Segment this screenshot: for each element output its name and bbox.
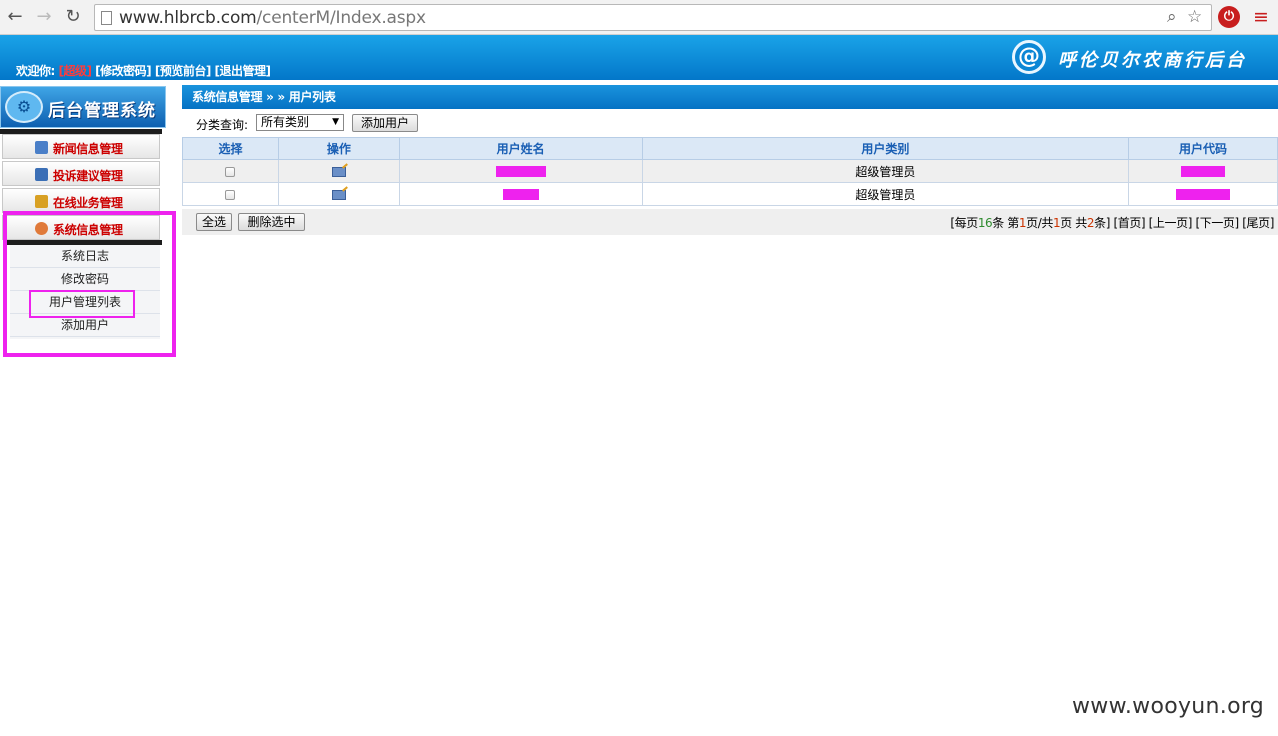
edit-icon[interactable] <box>331 189 346 200</box>
submenu-item-change-password[interactable]: 修改密码 <box>10 268 160 291</box>
select-cell <box>182 182 279 206</box>
submenu-item-system-log[interactable]: 系统日志 <box>10 245 160 268</box>
extension-icon[interactable]: ⏻ <box>1218 6 1240 28</box>
dropdown-arrow-icon: ▼ <box>332 117 339 127</box>
category-select[interactable]: 所有类别 ▼ <box>256 114 344 131</box>
table-footer: 全选 删除选中 [每页16条 第1页/共1页 共2条] [首页] [上一页] [… <box>182 209 1278 235</box>
first-page-link[interactable]: [首页] <box>1113 216 1145 230</box>
row-checkbox[interactable] <box>225 189 236 200</box>
reload-icon[interactable]: ↻ <box>62 6 84 28</box>
pager: [每页16条 第1页/共1页 共2条] [首页] [上一页] [下一页] [尾页… <box>950 214 1274 231</box>
edit-icon[interactable] <box>331 166 346 177</box>
pager-text: 条] <box>1094 216 1111 230</box>
breadcrumb: 系统信息管理 » » 用户列表 <box>182 85 1278 109</box>
sidebar-item-label: 在线业务管理 <box>53 196 123 210</box>
add-user-button[interactable]: 添加用户 <box>352 114 418 132</box>
sidebar-item-label: 系统信息管理 <box>53 223 123 237</box>
welcome-prefix: 欢迎你: <box>16 64 55 78</box>
redaction-mark <box>1176 189 1231 200</box>
user-icon <box>35 222 48 235</box>
preview-site-link[interactable]: [预览前台] <box>155 64 211 78</box>
page-icon <box>101 11 112 25</box>
main-content: 系统信息管理 » » 用户列表 分类查询: 所有类别 ▼ 添加用户 选择 操作 … <box>182 85 1278 235</box>
complaints-icon <box>35 168 48 181</box>
column-header: 用户代码 <box>1128 137 1278 160</box>
redaction-mark <box>502 189 539 200</box>
sidebar-item-complaints[interactable]: 投诉建议管理 <box>2 161 160 186</box>
submenu-item-user-list[interactable]: 用户管理列表 <box>10 291 160 314</box>
pager-text: 条 第 <box>992 216 1019 230</box>
sidebar-item-label: 新闻信息管理 <box>53 142 123 156</box>
select-cell <box>182 159 279 183</box>
sidebar-title-text: 后台管理系统 <box>48 101 156 121</box>
news-icon <box>35 141 48 154</box>
pager-text: 页/共 <box>1026 216 1054 230</box>
action-cell <box>277 182 400 206</box>
filter-label: 分类查询: <box>196 118 249 132</box>
action-cell <box>277 159 400 183</box>
search-icon[interactable]: ⌕ <box>1167 7 1177 27</box>
redaction-mark <box>1181 166 1226 177</box>
business-icon <box>35 195 48 208</box>
sidebar: ⚙ 后台管理系统 新闻信息管理 投诉建议管理 在线业务管理 系统信息管理 系统日… <box>0 80 166 360</box>
browser-menu-icon[interactable]: ≡ <box>1253 6 1269 28</box>
admin-logo-icon: ⚙ <box>5 91 43 123</box>
column-header: 用户姓名 <box>398 137 643 160</box>
column-header: 操作 <box>277 137 400 160</box>
pager-text: 页 共 <box>1060 216 1087 230</box>
filter-toolbar: 分类查询: 所有类别 ▼ 添加用户 <box>182 111 1278 135</box>
pager-per-page: 16 <box>977 216 993 230</box>
forward-icon[interactable]: → <box>33 6 55 28</box>
prev-page-link[interactable]: [上一页] <box>1149 216 1193 230</box>
sidebar-item-label: 投诉建议管理 <box>53 169 123 183</box>
logout-link[interactable]: [退出管理] <box>215 64 271 78</box>
username: [超级] <box>58 64 92 78</box>
username-cell <box>398 159 643 183</box>
url-path: /centerM/Index.aspx <box>256 8 427 28</box>
redaction-mark <box>495 166 546 177</box>
star-icon[interactable]: ☆ <box>1187 7 1202 27</box>
sidebar-item-system[interactable]: 系统信息管理 <box>2 215 160 240</box>
username-cell <box>398 182 643 206</box>
site-header: 欢迎你: [超级] [修改密码] [预览前台] [退出管理] @ 呼伦贝尔农商行… <box>0 35 1278 80</box>
user-table: 选择 操作 用户姓名 用户类别 用户代码 超级管理员 超级管理员 <box>182 137 1278 206</box>
submenu-item-add-user[interactable]: 添加用户 <box>10 314 160 337</box>
code-cell <box>1128 182 1278 206</box>
next-page-link[interactable]: [下一页] <box>1195 216 1239 230</box>
category-select-value: 所有类别 <box>261 115 310 129</box>
last-page-link[interactable]: [尾页] <box>1242 216 1274 230</box>
table-row: 超级管理员 <box>182 159 1278 183</box>
change-password-link[interactable]: [修改密码] <box>95 64 151 78</box>
brand-logo-icon: @ <box>1012 40 1046 74</box>
back-icon[interactable]: ← <box>4 6 26 28</box>
category-cell: 超级管理员 <box>641 182 1130 206</box>
url-host: www.hlbrcb.com <box>119 8 257 28</box>
code-cell <box>1128 159 1278 183</box>
watermark: www.wooyun.org <box>1072 694 1265 719</box>
column-header: 用户类别 <box>641 137 1130 160</box>
pager-text: [每页 <box>950 216 978 230</box>
select-all-button[interactable]: 全选 <box>196 213 232 231</box>
welcome-bar: 欢迎你: [超级] [修改密码] [预览前台] [退出管理] <box>16 62 271 79</box>
address-bar[interactable]: www.hlbrcb.com/centerM/Index.aspx ⌕ ☆ <box>94 4 1212 31</box>
url-text[interactable]: www.hlbrcb.com/centerM/Index.aspx <box>119 8 426 28</box>
category-cell: 超级管理员 <box>641 159 1130 183</box>
browser-toolbar: ← → ↻ www.hlbrcb.com/centerM/Index.aspx … <box>0 0 1278 35</box>
brand-name: 呼伦贝尔农商行后台 <box>1058 50 1247 71</box>
row-checkbox[interactable] <box>225 166 236 177</box>
sidebar-item-online-business[interactable]: 在线业务管理 <box>2 188 160 213</box>
table-row: 超级管理员 <box>182 182 1278 206</box>
column-header: 选择 <box>182 137 279 160</box>
submenu-panel: 系统日志 修改密码 用户管理列表 添加用户 <box>10 245 160 339</box>
sidebar-title: ⚙ 后台管理系统 <box>0 86 166 128</box>
sidebar-item-news[interactable]: 新闻信息管理 <box>2 134 160 159</box>
delete-selected-button[interactable]: 删除选中 <box>238 213 305 231</box>
table-header-row: 选择 操作 用户姓名 用户类别 用户代码 <box>182 137 1278 160</box>
